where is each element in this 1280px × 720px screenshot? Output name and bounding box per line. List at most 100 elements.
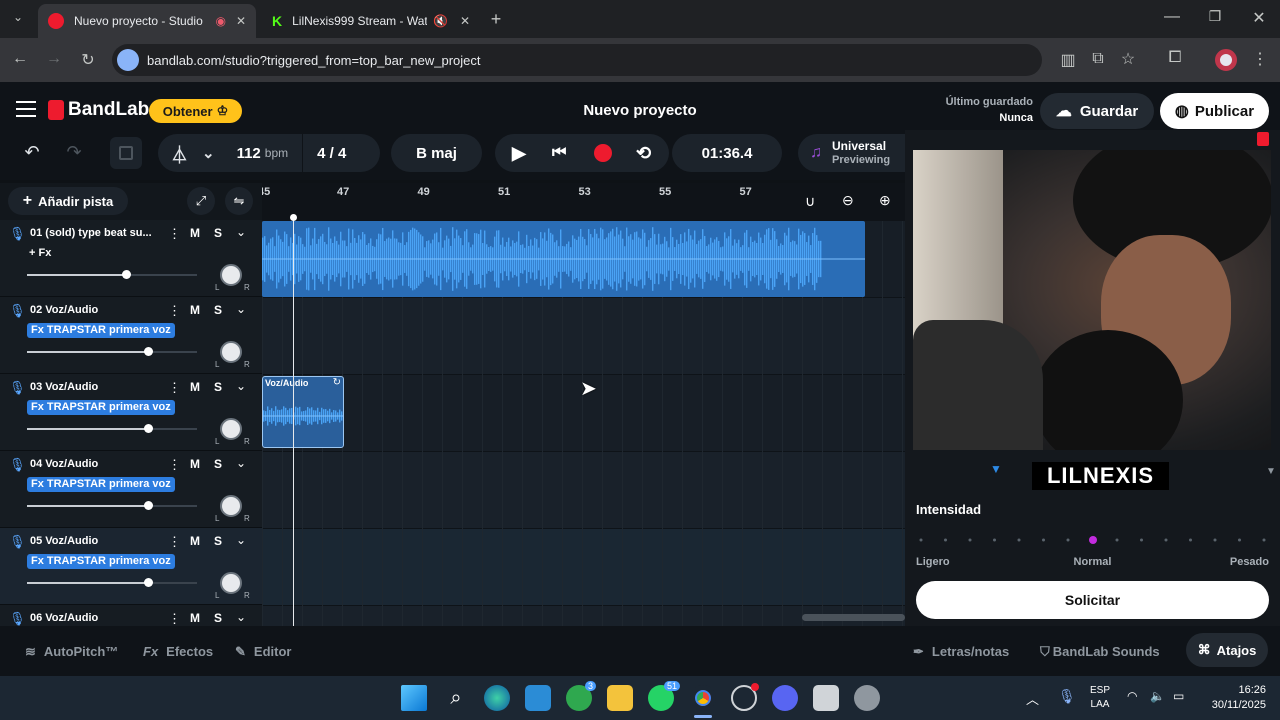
track-row[interactable]: 🎙 03 Voz/Audio ⋮ M S ⌄ Fx TRAPSTAR primera voz… — [0, 374, 262, 451]
clip-loop-icon[interactable]: ↻ — [333, 377, 341, 388]
volume-slider[interactable] — [27, 347, 197, 356]
close-tab-icon[interactable]: ✕ — [460, 14, 470, 28]
pan-knob[interactable] — [220, 264, 242, 286]
track-name[interactable]: 04 Voz/Audio — [30, 458, 98, 470]
volume-slider[interactable] — [27, 270, 197, 279]
track-options-icon[interactable]: ⋮ — [168, 457, 181, 473]
undo-icon[interactable]: ↶ — [20, 142, 44, 163]
maximize-window-icon[interactable]: ❐ — [1203, 8, 1227, 25]
solo-button[interactable]: S — [209, 611, 227, 625]
whatsapp-icon[interactable]: 51 — [648, 681, 680, 711]
editor-tab[interactable]: ✎ Editor — [235, 644, 291, 660]
site-info-icon[interactable] — [117, 49, 139, 71]
language-indicator[interactable]: ESP LAA — [1088, 684, 1112, 712]
volume-slider[interactable] — [27, 424, 197, 433]
track-expand-chevron-icon[interactable]: ⌄ — [236, 302, 246, 316]
scroll-down-icon[interactable]: ▼ — [1266, 466, 1276, 477]
solo-button[interactable]: S — [209, 303, 227, 317]
pan-knob[interactable] — [220, 418, 242, 440]
browser-menu-icon[interactable]: ⋮ — [1248, 49, 1272, 69]
edge-icon[interactable] — [484, 685, 510, 711]
solo-button[interactable]: S — [209, 457, 227, 471]
save-button[interactable]: ☁ Guardar — [1040, 93, 1154, 129]
track-expand-chevron-icon[interactable]: ⌄ — [236, 379, 246, 393]
mute-button[interactable]: M — [186, 534, 204, 548]
close-window-icon[interactable]: ✕ — [1247, 8, 1271, 28]
microphone-icon[interactable]: 🎙 — [1058, 688, 1076, 705]
track-name[interactable]: 01 (sold) type beat su... — [30, 227, 152, 239]
store-icon[interactable] — [525, 685, 551, 711]
track-row[interactable]: 🎙 04 Voz/Audio ⋮ M S ⌄ Fx TRAPSTAR primera voz… — [0, 451, 262, 528]
track-lane[interactable] — [262, 298, 905, 375]
address-bar[interactable]: bandlab.com/studio?triggered_from=top_ba… — [112, 44, 1042, 76]
bookmark-star-icon[interactable]: ☆ — [1116, 49, 1140, 69]
pan-knob[interactable] — [220, 341, 242, 363]
fx-badge[interactable]: Fx TRAPSTAR primera voz — [27, 323, 175, 338]
track-expand-chevron-icon[interactable]: ⌄ — [236, 533, 246, 547]
get-membership-button[interactable]: Obtener ♔ — [149, 99, 242, 123]
key-selector[interactable]: B maj — [391, 134, 482, 172]
install-app-icon[interactable]: ⧉ — [1086, 50, 1110, 68]
new-tab-icon[interactable]: + — [484, 9, 508, 30]
track-options-icon[interactable]: ⋮ — [168, 303, 181, 319]
url-text[interactable]: bandlab.com/studio?triggered_from=top_ba… — [147, 53, 481, 68]
tray-chevron-icon[interactable]: ︿ — [1026, 689, 1039, 708]
mute-button[interactable]: M — [186, 303, 204, 317]
metronome-chevron-icon[interactable]: ⌄ — [202, 144, 215, 162]
extensions-icon[interactable]: ⧠ — [1163, 49, 1187, 67]
playhead[interactable] — [293, 217, 294, 626]
solo-button[interactable]: S — [209, 226, 227, 240]
shortcuts-button[interactable]: ⌘ Atajos — [1186, 633, 1268, 667]
track-row[interactable]: 🎙 05 Voz/Audio ⋮ M S ⌄ Fx TRAPSTAR primera voz… — [0, 528, 262, 605]
automation-icon[interactable]: ⤢ — [187, 187, 215, 215]
back-icon[interactable]: ← — [8, 50, 32, 68]
obs-icon[interactable] — [731, 683, 759, 711]
pan-knob[interactable] — [220, 572, 242, 594]
discord-icon[interactable] — [772, 685, 798, 711]
sounds-tab[interactable]: ⛉ BandLab Sounds — [1040, 644, 1160, 660]
zoom-out-icon[interactable]: ⊖ — [842, 192, 854, 209]
close-tab-icon[interactable]: ✕ — [236, 14, 246, 28]
tab-studio[interactable]: Nuevo proyecto - Studio ◉ ✕ — [38, 4, 256, 38]
search-icon[interactable]: ⌕ — [443, 685, 469, 711]
effects-tab[interactable]: Fx Efectos — [143, 644, 213, 659]
reload-icon[interactable]: ↻ — [76, 50, 100, 70]
profile-avatar[interactable] — [1215, 49, 1237, 71]
tab-search-chevron-icon[interactable]: ⌄ — [6, 10, 30, 24]
autopitch-tab[interactable]: ≋ AutoPitch™ — [25, 644, 118, 660]
track-options-icon[interactable]: ⋮ — [168, 226, 181, 242]
file-explorer-icon[interactable] — [607, 685, 633, 711]
track-name[interactable]: 05 Voz/Audio — [30, 535, 98, 547]
mute-button[interactable]: M — [186, 457, 204, 471]
hamburger-menu-icon[interactable] — [16, 101, 36, 117]
fx-badge[interactable]: + Fx — [27, 246, 53, 261]
track-name[interactable]: 02 Voz/Audio — [30, 304, 98, 316]
expand-down-icon[interactable]: ▼ — [990, 462, 1002, 476]
track-name[interactable]: 03 Voz/Audio — [30, 381, 98, 393]
track-settings-icon[interactable]: ⇋ — [225, 187, 253, 215]
publish-button[interactable]: ◍ Publicar — [1160, 93, 1269, 129]
fx-badge[interactable]: Fx TRAPSTAR primera voz — [27, 477, 175, 492]
bpm-value[interactable]: 112 — [237, 145, 261, 162]
track-options-icon[interactable]: ⋮ — [168, 380, 181, 396]
lyrics-tab[interactable]: ✒ Letras/notas — [913, 644, 1009, 660]
battery-icon[interactable]: ▭ — [1173, 689, 1184, 703]
record-icon[interactable] — [594, 144, 612, 162]
track-row[interactable]: 🎙 01 (sold) type beat su... ⋮ M S ⌄ + Fx L R — [0, 220, 262, 297]
forward-icon[interactable]: → — [42, 50, 66, 68]
track-expand-chevron-icon[interactable]: ⌄ — [236, 225, 246, 239]
track-lane[interactable] — [262, 452, 905, 529]
mute-button[interactable]: M — [186, 226, 204, 240]
xbox-icon[interactable]: 3 — [566, 681, 596, 711]
side-panel-icon[interactable]: ▥ — [1056, 50, 1080, 70]
skip-to-start-icon[interactable]: ⏮ — [552, 144, 566, 162]
mute-button[interactable]: M — [186, 611, 204, 625]
loop-icon[interactable]: ⟲ — [636, 143, 651, 164]
muted-tab-icon[interactable]: 🔇 — [433, 14, 448, 28]
wifi-icon[interactable]: ◠ — [1127, 689, 1137, 703]
track-lane[interactable] — [262, 529, 905, 606]
play-icon[interactable]: ▶ — [512, 143, 526, 164]
track-row[interactable]: 🎙 02 Voz/Audio ⋮ M S ⌄ Fx TRAPSTAR primera voz… — [0, 297, 262, 374]
start-icon[interactable] — [401, 685, 427, 711]
mute-button[interactable]: M — [186, 380, 204, 394]
